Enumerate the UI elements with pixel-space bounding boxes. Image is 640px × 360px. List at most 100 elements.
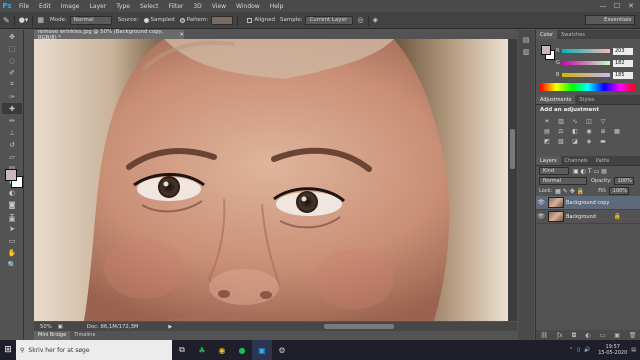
tab-swatches[interactable]: Swatches	[557, 30, 589, 39]
ignore-adjustments-icon[interactable]: ◎	[357, 16, 363, 24]
menu-image[interactable]: Image	[56, 3, 85, 10]
lock-icons[interactable]: ▦✎✥🔒	[555, 188, 586, 195]
red-bar[interactable]	[562, 49, 610, 53]
tray-chevron-icon[interactable]: ⌃	[569, 347, 573, 353]
exposure-icon[interactable]: ◫	[584, 117, 594, 125]
notification-icon[interactable]: ▤	[631, 347, 636, 353]
mode-select[interactable]: Normal	[69, 15, 112, 25]
eraser-tool-icon[interactable]: ▱	[2, 151, 22, 162]
filter-icons[interactable]: ▣◐T▭▤	[573, 168, 609, 175]
posterize-icon[interactable]: ▧	[556, 137, 566, 145]
color-spectrum[interactable]	[540, 83, 636, 91]
quick-select-tool-icon[interactable]: ✐	[2, 67, 22, 78]
move-tool-icon[interactable]: ✥	[2, 31, 22, 42]
selective-color-icon[interactable]: ◈	[584, 137, 594, 145]
chrome-icon[interactable]: ◉	[212, 340, 232, 360]
opacity-field[interactable]: 100%	[613, 177, 634, 185]
photoshop-taskbar-icon[interactable]: ▣	[252, 340, 272, 360]
menu-layer[interactable]: Layer	[84, 3, 111, 10]
spotify-icon[interactable]: ●	[232, 340, 252, 360]
group-icon[interactable]: ▭	[600, 332, 606, 339]
black-white-icon[interactable]: ◧	[570, 127, 580, 135]
red-value[interactable]: 203	[613, 47, 633, 55]
foreground-color-swatch[interactable]	[5, 169, 17, 181]
brush-preset-icon[interactable]: ●▾	[19, 16, 29, 24]
volume-icon[interactable]: 🔊	[584, 347, 590, 353]
hue-saturation-icon[interactable]: ▤	[542, 127, 552, 135]
network-icon[interactable]: ▯	[577, 347, 580, 353]
tab-color[interactable]: Color	[536, 30, 558, 39]
history-brush-tool-icon[interactable]: ↺	[2, 139, 22, 150]
threshold-icon[interactable]: ◪	[570, 137, 580, 145]
task-view-icon[interactable]: ⧉	[172, 340, 192, 360]
trash-icon[interactable]: 🗑	[629, 332, 637, 339]
eye-icon[interactable]: 👁	[536, 213, 546, 220]
menu-type[interactable]: Type	[111, 3, 135, 10]
tab-adjustments[interactable]: Adjustments	[536, 95, 576, 104]
hand-tool-icon[interactable]: ✋	[2, 247, 22, 258]
quick-mask-icon[interactable]: ◙	[2, 199, 22, 210]
invert-icon[interactable]: ◩	[542, 137, 552, 145]
source-sampled-radio[interactable]	[143, 17, 149, 23]
taskbar-search[interactable]: ⚲ Skriv her for at søge	[16, 340, 172, 360]
zoom-tool-icon[interactable]: 🔍	[2, 259, 22, 270]
clock[interactable]: 19:57 15-05-2020	[594, 344, 631, 356]
close-tab-icon[interactable]: ✕	[180, 32, 184, 38]
close-icon[interactable]: ✕	[624, 0, 638, 12]
levels-icon[interactable]: ▥	[556, 117, 566, 125]
fill-field[interactable]: 100%	[608, 187, 629, 195]
color-lookup-icon[interactable]: ▦	[612, 127, 622, 135]
workspace-switcher[interactable]: Essentials	[585, 15, 635, 25]
menu-select[interactable]: Select	[135, 3, 164, 10]
kind-filter-select[interactable]: Kind	[539, 167, 569, 175]
mask-icon[interactable]: ◘	[572, 332, 577, 339]
blue-slider[interactable]: B 185	[556, 71, 638, 79]
pattern-picker[interactable]	[211, 15, 234, 25]
screen-mode-icon[interactable]: ▣	[2, 213, 22, 224]
zoom-level[interactable]: 50%	[34, 324, 58, 330]
sample-select[interactable]: Current Layer	[305, 15, 354, 25]
shape-tool-icon[interactable]: ▭	[2, 235, 22, 246]
link-icon[interactable]: ⛓	[540, 332, 548, 339]
document-canvas[interactable]	[34, 39, 508, 321]
fx-icon[interactable]: ƒx	[557, 332, 563, 339]
settings-icon[interactable]: ⚙	[272, 340, 292, 360]
maximize-icon[interactable]: ☐	[610, 0, 624, 12]
aligned-checkbox[interactable]	[247, 17, 253, 23]
blue-bar[interactable]	[562, 73, 610, 77]
source-pattern-radio[interactable]	[179, 17, 185, 23]
healing-brush-tool-icon[interactable]: ✚	[2, 103, 22, 114]
minimize-icon[interactable]: —	[596, 0, 610, 12]
menu-file[interactable]: File	[14, 3, 34, 10]
marquee-tool-icon[interactable]: ⬚	[2, 43, 22, 54]
menu-edit[interactable]: Edit	[34, 3, 56, 10]
green-slider[interactable]: G 182	[556, 59, 638, 67]
healing-brush-tool-icon[interactable]: ✎	[3, 16, 10, 25]
horizontal-scrollbar[interactable]	[194, 324, 534, 329]
vertical-scrollbar[interactable]	[508, 39, 517, 321]
green-bar[interactable]	[562, 61, 610, 65]
clone-stamp-tool-icon[interactable]: ⊥	[2, 127, 22, 138]
lasso-tool-icon[interactable]: ◌	[2, 55, 22, 66]
tab-paths[interactable]: Paths	[592, 156, 614, 165]
brush-tool-icon[interactable]: ✏	[2, 115, 22, 126]
tab-timeline[interactable]: Timeline	[70, 331, 99, 340]
color-balance-icon[interactable]: ⚖	[556, 127, 566, 135]
photo-filter-icon[interactable]: ◉	[584, 127, 594, 135]
path-select-tool-icon[interactable]: ➤	[2, 223, 22, 234]
adjustment-layer-icon[interactable]: ◐	[585, 332, 590, 339]
diffusion-icon[interactable]: ◈	[373, 16, 378, 24]
tab-channels[interactable]: Channels	[561, 156, 592, 165]
brightness-icon[interactable]: ☀	[542, 117, 552, 125]
dodge-tool-icon[interactable]: ◐	[2, 187, 22, 198]
menu-window[interactable]: Window	[231, 3, 265, 10]
tab-mini-bridge[interactable]: Mini Bridge	[34, 331, 71, 340]
windows-start-icon[interactable]: ⊞	[0, 340, 16, 360]
vibrance-icon[interactable]: ▽	[598, 117, 608, 125]
history-icon[interactable]: ▤	[520, 34, 532, 45]
blue-value[interactable]: 185	[613, 71, 633, 79]
menu-help[interactable]: Help	[265, 3, 289, 10]
brush-panel-icon[interactable]: ▦	[37, 16, 44, 24]
new-layer-icon[interactable]: ▣	[614, 332, 620, 339]
properties-icon[interactable]: ▥	[520, 46, 532, 57]
